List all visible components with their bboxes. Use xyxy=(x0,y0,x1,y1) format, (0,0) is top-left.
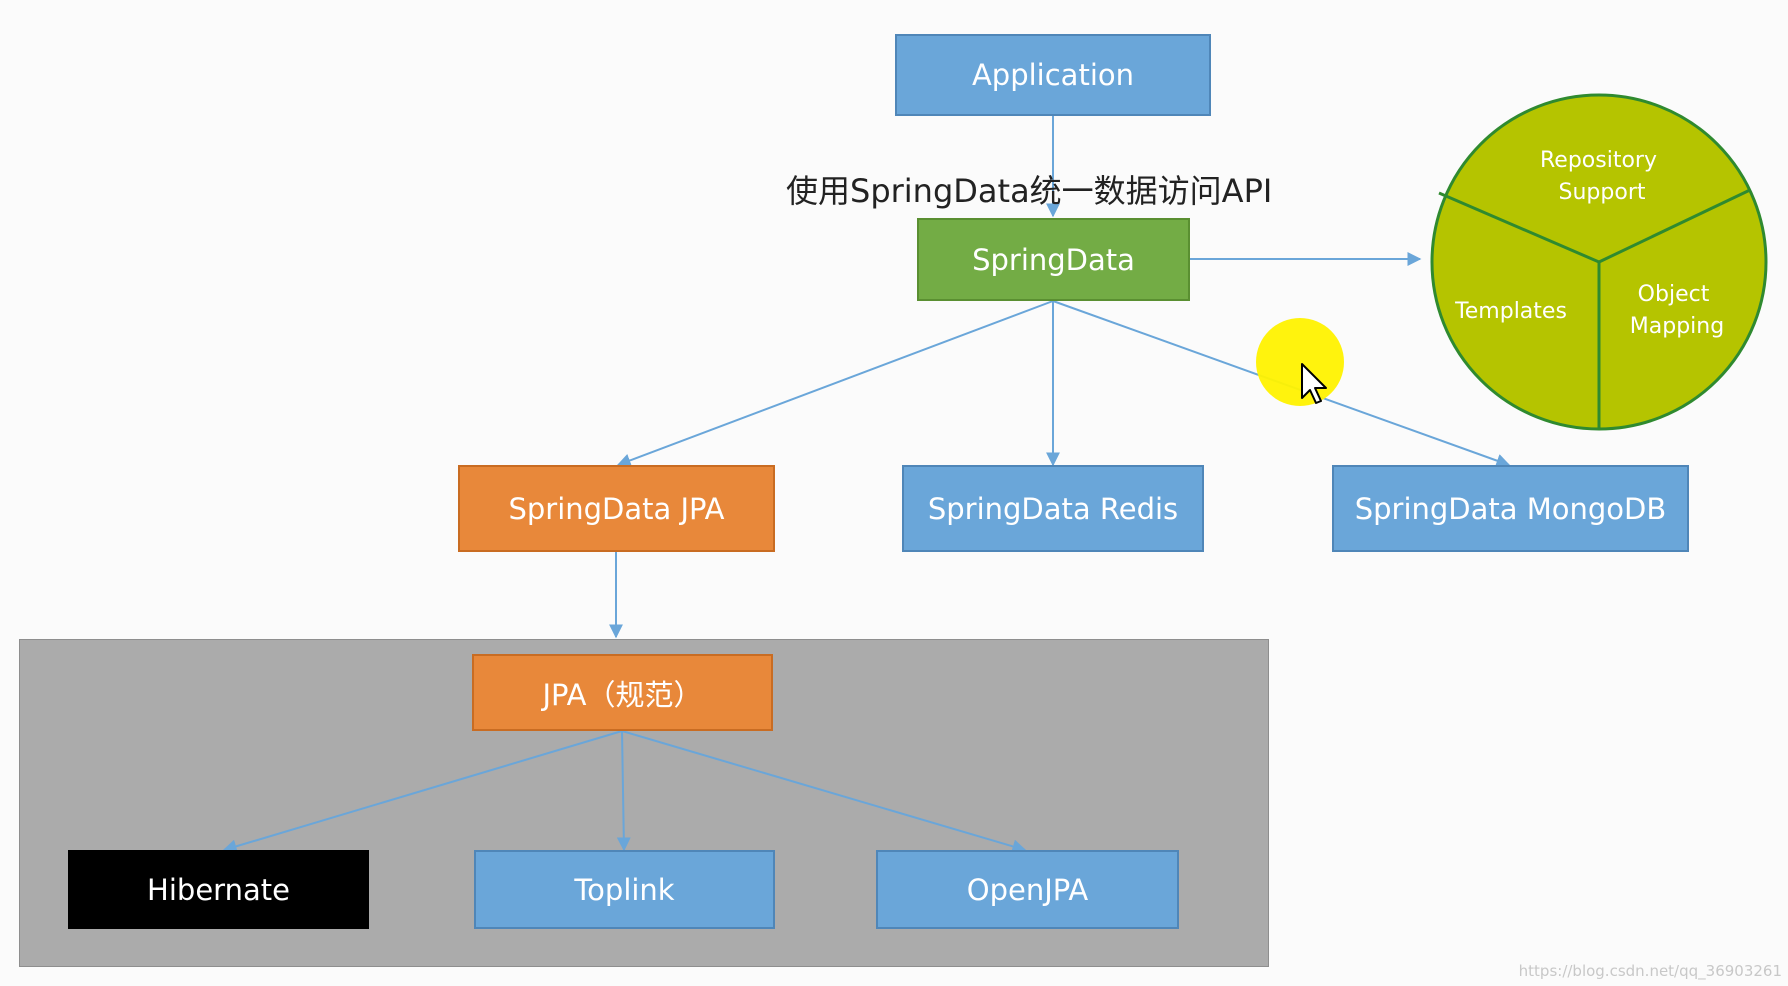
node-springdata: SpringData xyxy=(917,218,1190,301)
edge-jpaspec-hibernate xyxy=(222,730,623,854)
edge-label-unified-api: 使用SpringData统一数据访问API xyxy=(786,172,1273,210)
node-jpa-spec: JPA（规范） xyxy=(472,654,773,731)
pie-label-templates: Templates xyxy=(1454,299,1567,324)
cursor-highlight xyxy=(1256,318,1344,406)
edge-jpaspec-toplink xyxy=(616,730,631,852)
node-application: Application xyxy=(895,34,1211,116)
edge-jpaspec-openjpa xyxy=(621,730,1027,854)
node-springdata-jpa: SpringData JPA xyxy=(458,465,775,552)
node-toplink: Toplink xyxy=(474,850,775,929)
springdata-pie-chart: Repository Support Templates Object Mapp… xyxy=(1430,93,1768,431)
diagram-canvas: Repository Support Templates Object Mapp… xyxy=(0,0,1788,986)
watermark-text: https://blog.csdn.net/qq_36903261 xyxy=(1518,962,1782,980)
node-hibernate: Hibernate xyxy=(68,850,369,929)
node-springdata-mongodb: SpringData MongoDB xyxy=(1332,465,1689,552)
node-openjpa: OpenJPA xyxy=(876,850,1179,929)
node-springdata-redis: SpringData Redis xyxy=(902,465,1204,552)
edge-springdata-jpa xyxy=(616,300,1054,468)
